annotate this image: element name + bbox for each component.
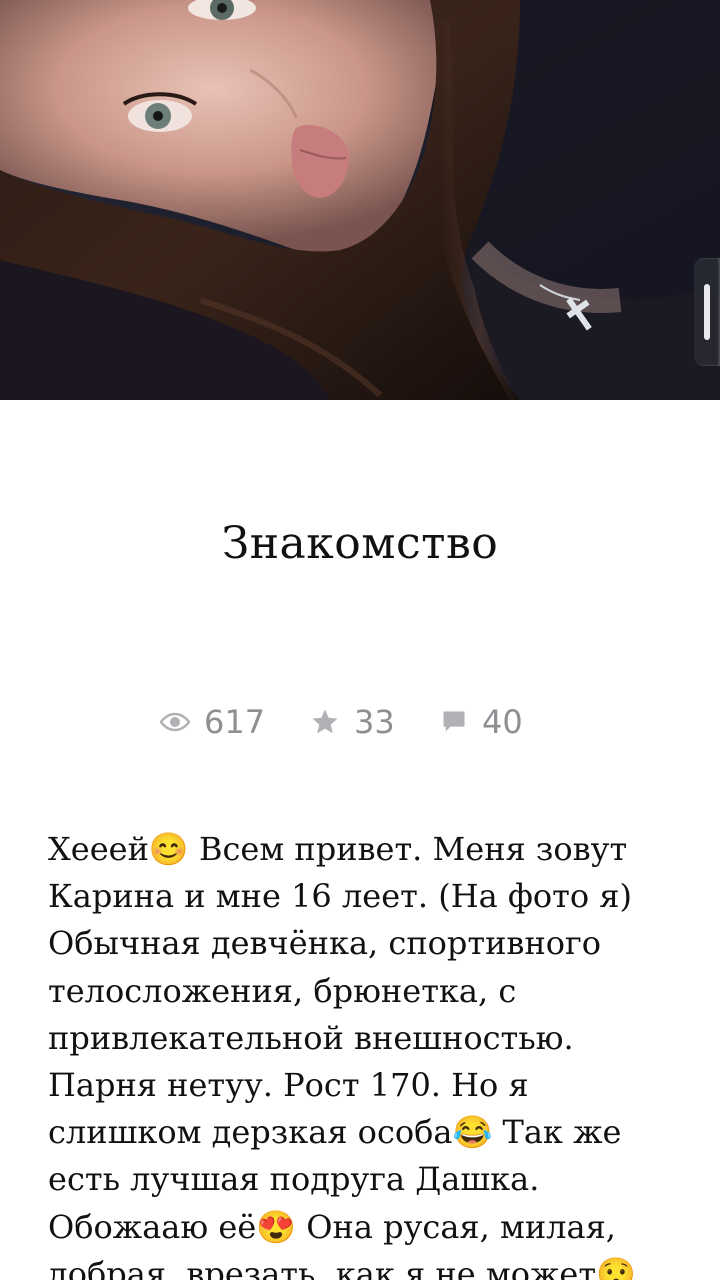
stars-stat[interactable]: 33 bbox=[310, 700, 395, 744]
post-stats: 617 33 40 bbox=[0, 700, 720, 744]
post-body: Хееей😊 Всем привет. Меня зовут Карина и … bbox=[48, 826, 688, 1280]
star-icon bbox=[312, 709, 338, 734]
views-count: 617 bbox=[204, 703, 266, 741]
side-panel-handle[interactable] bbox=[694, 258, 720, 366]
body-line: телосложения, брюнетка, с bbox=[48, 971, 517, 1010]
body-line: добрая, врезать, как я не может😯 bbox=[48, 1254, 636, 1280]
body-line: Хееей😊 Всем привет. Меня зовут bbox=[48, 830, 628, 868]
body-line: Обычная девчёнка, спортивного bbox=[48, 924, 602, 963]
body-line: Обожааю её😍 Она русая, милая, bbox=[48, 1207, 616, 1246]
body-line: Парня нетуу. Рост 170. Но я bbox=[48, 1066, 529, 1105]
handle-grip bbox=[704, 284, 710, 340]
cover-photo[interactable] bbox=[0, 0, 720, 400]
body-line: привлекательной внешностью. bbox=[48, 1018, 574, 1057]
eye-icon bbox=[160, 712, 190, 732]
post-title: Знакомство bbox=[221, 518, 499, 569]
comments-stat[interactable]: 40 bbox=[440, 700, 523, 744]
post-screen: Знакомство 617 33 40 Хееей😊 Всем привет.… bbox=[0, 0, 720, 1280]
stars-count: 33 bbox=[354, 703, 395, 741]
views-stat: 617 bbox=[160, 700, 265, 744]
body-line: слишком дерзкая особа😂 Так же bbox=[48, 1113, 622, 1152]
cover-photo-image bbox=[0, 0, 720, 400]
comments-count: 40 bbox=[482, 703, 523, 741]
body-line: есть лучшая подруга Дашка. bbox=[48, 1160, 540, 1199]
body-line: Карина и мне 16 леет. (На фото я) bbox=[48, 877, 632, 916]
comment-icon bbox=[443, 711, 465, 732]
